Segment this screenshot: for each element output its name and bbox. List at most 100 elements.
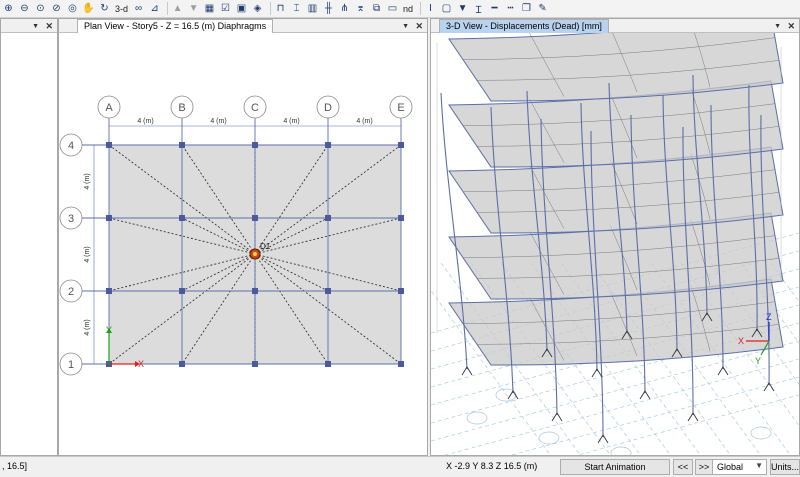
joint-node[interactable] <box>106 288 112 294</box>
axis-z-label: Z <box>766 312 772 322</box>
grid-label-A: A <box>105 102 113 114</box>
joint-node[interactable] <box>179 288 185 294</box>
close-icon[interactable]: ✕ <box>415 20 423 32</box>
status-bar: , 16.5] X -2.9 Y 8.3 Z 16.5 (m) Start An… <box>0 456 800 477</box>
zoom-fit-icon[interactable]: ⊙ <box>34 2 47 15</box>
joint-node[interactable] <box>252 288 258 294</box>
ground-grid-bubbles <box>466 388 772 455</box>
slab-icon[interactable]: ▭ <box>386 2 399 15</box>
checkbox-icon[interactable]: ☑ <box>219 2 232 15</box>
joint-node[interactable] <box>106 142 112 148</box>
glasses-icon[interactable]: ∞ <box>132 2 145 15</box>
joint-node[interactable] <box>179 215 185 221</box>
set-display-icon[interactable]: ▣ <box>235 2 248 15</box>
grid-label-2: 2 <box>68 286 74 298</box>
plan-view-header: Plan View - Story5 - Z = 16.5 (m) Diaphr… <box>59 19 427 33</box>
close-icon[interactable]: ✕ <box>787 20 795 32</box>
previous-button[interactable]: << <box>673 459 693 475</box>
left-panel-body <box>1 33 57 455</box>
view-3d-drawing[interactable]: X Z Y <box>431 33 799 455</box>
ground-grid-bubble <box>538 431 560 445</box>
perspective-icon[interactable]: ⊿ <box>148 2 161 15</box>
draw-column-icon[interactable]: ╫ <box>322 2 335 15</box>
joint-node[interactable] <box>252 215 258 221</box>
object-shrink-icon[interactable]: ◈ <box>251 2 264 15</box>
replicate-icon[interactable]: ⧉ <box>370 2 383 15</box>
toolbar-separator <box>420 2 422 15</box>
dash-icon[interactable]: ┅ <box>504 2 517 15</box>
pin-icon[interactable]: ▼ <box>32 21 39 33</box>
joint-node[interactable] <box>325 142 331 148</box>
units-button[interactable]: Units... <box>770 459 800 475</box>
deformed-slabs <box>448 33 784 366</box>
grid-label-D: D <box>324 102 332 114</box>
y-spacing-label: 4 (m) <box>84 173 91 189</box>
joint-node[interactable] <box>252 142 258 148</box>
zoom-out-icon[interactable]: ⊖ <box>18 2 31 15</box>
zoom-previous-icon[interactable]: ⊘ <box>50 2 63 15</box>
snap-icon[interactable]: ▢ <box>440 2 453 15</box>
units-label: Units... <box>771 462 800 472</box>
ground-grid-bubble <box>610 446 632 455</box>
copy-icon[interactable]: ❐ <box>520 2 533 15</box>
x-spacing-label: 4 (m) <box>356 118 372 125</box>
filter-icon[interactable]: ▼ <box>456 2 469 15</box>
draw-link-icon[interactable]: ⋔ <box>338 2 351 15</box>
view-3d-button[interactable]: 3-d <box>114 2 129 15</box>
ground-grid-bubble <box>466 411 488 425</box>
pin-icon[interactable]: ▼ <box>402 21 409 33</box>
draw-wall-icon[interactable]: ▥ <box>306 2 319 15</box>
move-down-icon[interactable]: ▼ <box>187 2 200 15</box>
plan-view-panel: Plan View - Story5 - Z = 16.5 (m) Diaphr… <box>58 18 428 456</box>
joint-node[interactable] <box>325 288 331 294</box>
draw-frame-icon[interactable]: ⊓ <box>274 2 287 15</box>
select-icon[interactable]: ▦ <box>203 2 216 15</box>
previous-label: << <box>677 462 689 472</box>
nd-button[interactable]: nd <box>402 2 414 15</box>
coord-system-select[interactable]: Global ▼ <box>712 459 767 475</box>
pen-icon[interactable]: ✎ <box>536 2 549 15</box>
joint-node[interactable] <box>179 361 185 367</box>
rotate-icon[interactable]: ↻ <box>98 2 111 15</box>
start-animation-button[interactable]: Start Animation <box>560 459 670 475</box>
column <box>440 92 468 370</box>
pin-icon[interactable]: ▼ <box>774 21 781 33</box>
plan-view-tab[interactable]: Plan View - Story5 - Z = 16.5 (m) Diaphr… <box>77 19 274 33</box>
joint-node[interactable] <box>325 361 331 367</box>
text-cursor-icon[interactable]: I <box>424 2 437 15</box>
grid-label-E: E <box>397 102 404 114</box>
plan-view-drawing[interactable]: A B C D E 4 3 2 1 4 (m) 4 (m) 4 (m) 4 (m) 4 (m) 4 (m) 4… <box>59 33 427 455</box>
ground-grid-bubble <box>750 426 772 440</box>
y-spacing-label: 4 (m) <box>84 319 91 335</box>
ground-grid-line <box>577 394 799 455</box>
joint-node[interactable] <box>398 215 404 221</box>
close-icon[interactable]: ✕ <box>45 20 53 32</box>
plan-view-canvas[interactable]: A B C D E 4 3 2 1 4 (m) 4 (m) 4 (m) 4 (m) 4 (m) 4 (m) 4… <box>59 33 427 455</box>
draw-brace-icon[interactable]: ⌆ <box>354 2 367 15</box>
coord-system-value: Global <box>717 462 744 472</box>
zoom-window-icon[interactable]: ◎ <box>66 2 79 15</box>
view-3d-tab[interactable]: 3-D View - Displacements (Dead) [mm] <box>439 19 609 33</box>
y-spacing-label: 4 (m) <box>84 246 91 262</box>
joint-node[interactable] <box>398 361 404 367</box>
joint-node[interactable] <box>325 215 331 221</box>
joint-node[interactable] <box>106 215 112 221</box>
joint-node[interactable] <box>398 288 404 294</box>
view-3d-canvas[interactable]: X Z Y <box>431 33 799 455</box>
move-up-icon[interactable]: ▲ <box>171 2 184 15</box>
zoom-in-icon[interactable]: ⊕ <box>2 2 15 15</box>
joint-node[interactable] <box>398 142 404 148</box>
ground-grid-line <box>770 262 799 303</box>
pan-icon[interactable]: ✋ <box>82 2 95 15</box>
text-cursor-2-icon[interactable]: Ɪ <box>472 2 485 16</box>
diaphragm-center-dot-icon <box>253 252 257 256</box>
draw-beam-icon[interactable]: ⌶ <box>290 2 303 15</box>
joint-node[interactable] <box>252 361 258 367</box>
next-button[interactable]: >> <box>695 459 713 475</box>
view-3d-panel: 3-D View - Displacements (Dead) [mm] ▼ ✕… <box>430 18 800 456</box>
line-icon[interactable]: ━ <box>488 2 501 15</box>
joint-node[interactable] <box>179 142 185 148</box>
axis-y-label: Y <box>106 325 112 335</box>
axis-x-label: X <box>738 336 744 346</box>
start-animation-label: Start Animation <box>584 462 646 472</box>
